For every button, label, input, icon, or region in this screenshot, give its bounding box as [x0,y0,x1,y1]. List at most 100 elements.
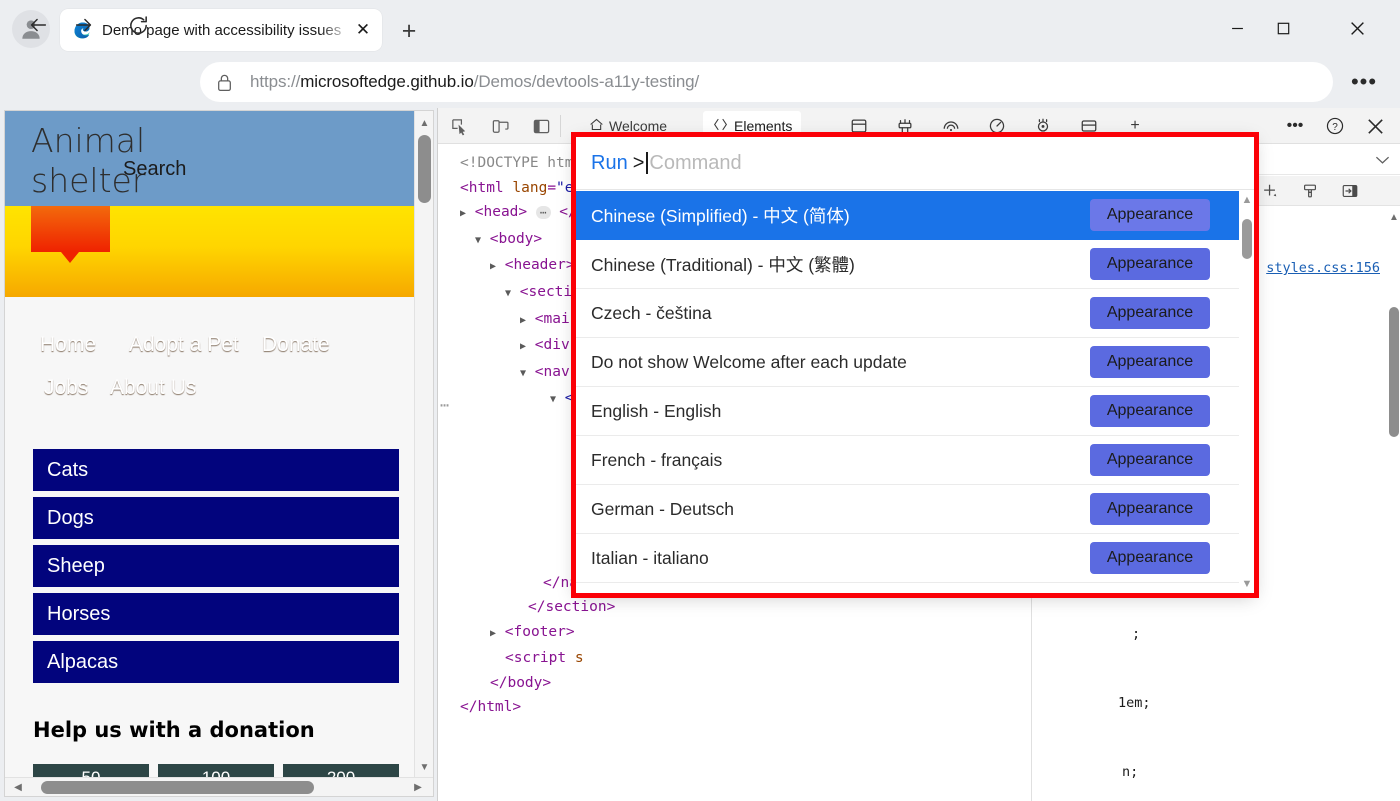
nav-item-jobs[interactable]: Jobs [44,376,88,400]
command-item[interactable]: English - English Appearance [576,387,1239,436]
command-palette-list[interactable]: Chinese (Simplified) - 中文 (简体) Appearanc… [576,191,1239,593]
command-item-category-badge: Appearance [1090,395,1210,427]
list-item[interactable]: Horses [33,593,399,635]
page-horizontal-scrollbar[interactable]: ◀ ▶ [5,777,433,796]
site-navigation [5,206,417,297]
nav-item-home[interactable]: Home [40,333,96,357]
home-icon [589,117,604,135]
dock-side-icon[interactable] [528,114,554,138]
list-item[interactable]: Alpacas [33,641,399,683]
sources-icon[interactable] [890,113,920,139]
command-item[interactable]: Do not show Welcome after each update Ap… [576,338,1239,387]
help-icon[interactable]: ? [1321,114,1349,138]
performance-icon[interactable] [982,113,1012,139]
style-fragment-line[interactable]: 1em; [1040,692,1388,715]
nav-item-about-us[interactable]: About Us [110,376,196,400]
style-source-link[interactable]: styles.css:156 [1266,257,1380,280]
tree-line[interactable]: ▶ <footer> [438,620,1030,647]
command-item-category-badge: Appearance [1090,248,1210,280]
command-prompt-caret-label: > [632,151,645,174]
command-palette-scrollbar[interactable]: ▲ ▼ [1239,191,1254,593]
toggle-element-state-icon[interactable] [1336,180,1364,202]
scroll-down-arrow-icon[interactable]: ▼ [415,757,433,777]
scrollbar-thumb[interactable] [418,135,431,203]
chevron-down-icon[interactable] [1375,152,1390,170]
devtools-more-button[interactable]: ••• [1281,114,1309,138]
tree-line[interactable]: <script s [438,646,1030,671]
tab-label: Welcome [609,118,668,134]
scroll-up-arrow-icon[interactable]: ▲ [1387,207,1400,227]
browser-tab[interactable]: Demo page with accessibility issues ✕ [60,9,382,51]
inspect-element-icon[interactable] [446,114,472,138]
window-minimize-button[interactable] [1214,8,1260,48]
tree-gutter-dots-icon[interactable]: ⋯ [440,393,449,418]
styles-vertical-scrollbar[interactable]: ▲ ▼ [1387,207,1400,801]
command-item-label: Italian - italiano [591,547,709,568]
scrollbar-thumb[interactable] [1389,307,1399,437]
new-style-rule-icon[interactable] [1256,180,1284,202]
site-header: Animal shelter Search [5,111,417,206]
browser-more-button[interactable]: ••• [1346,64,1382,100]
command-item-category-badge: Appearance [1090,346,1210,378]
command-item-category-badge: Appearance [1090,199,1210,231]
scroll-up-arrow-icon[interactable]: ▲ [415,113,433,133]
application-icon[interactable] [1028,113,1058,139]
command-item[interactable]: Czech - čeština Appearance [576,289,1239,338]
command-input-placeholder[interactable]: Command [649,152,741,175]
toolbar-divider [560,115,561,137]
command-palette-prompt[interactable]: Run > Command [576,137,1254,190]
search-label: Search [123,158,187,180]
more-tools-button[interactable]: + [1120,113,1150,139]
scroll-down-arrow-icon[interactable]: ▼ [1240,575,1254,593]
command-item[interactable]: Chinese (Traditional) - 中文 (繁體) Appearan… [576,240,1239,289]
window-maximize-button[interactable] [1260,8,1306,48]
filter-brush-icon[interactable] [1296,180,1324,202]
list-item[interactable]: Cats [33,449,399,491]
reload-icon[interactable] [120,7,156,43]
command-item[interactable]: French - français Appearance [576,436,1239,485]
device-toolbar-icon[interactable] [487,114,513,138]
list-item[interactable]: Sheep [33,545,399,587]
page-vertical-scrollbar[interactable]: ▲ ▼ [414,111,433,779]
scroll-left-arrow-icon[interactable]: ◀ [7,778,29,796]
command-item-label: German - Deutsch [591,498,734,519]
command-item-category-badge: Appearance [1090,444,1210,476]
memory-icon[interactable] [1074,113,1104,139]
scrollbar-thumb[interactable] [1242,219,1252,259]
style-fragment-line[interactable]: n; [1040,761,1388,784]
tree-line[interactable]: </section> [438,595,1030,620]
list-item[interactable]: Dogs [33,497,399,539]
command-item-label: English - English [591,400,722,421]
new-tab-button[interactable]: + [392,16,426,46]
command-item[interactable]: Italian - italiano Appearance [576,534,1239,583]
command-item-category-badge: Appearance [1090,297,1210,329]
tree-line[interactable]: </body> [438,671,1030,696]
network-icon[interactable] [936,113,966,139]
window-close-button[interactable] [1334,8,1380,48]
command-item[interactable]: Chinese (Simplified) - 中文 (简体) Appearanc… [576,191,1239,240]
devtools-close-icon[interactable] [1361,114,1389,138]
command-palette[interactable]: Run > Command Chinese (Simplified) - 中文 … [576,137,1254,593]
scroll-right-arrow-icon[interactable]: ▶ [407,778,429,796]
svg-text:?: ? [1332,122,1338,133]
style-fragment-line[interactable]: ; [1040,623,1388,646]
back-arrow-icon[interactable] [20,7,56,43]
scroll-up-arrow-icon[interactable]: ▲ [1240,191,1254,209]
close-icon[interactable]: ✕ [350,17,376,43]
forward-arrow-icon[interactable] [66,7,102,43]
browser-window: Demo page with accessibility issues ✕ + … [0,0,1400,801]
command-item-category-badge: Appearance [1090,493,1210,525]
page-viewport: Animal shelter Search Home Adopt a Pet D… [4,110,434,797]
scrollbar-thumb[interactable] [41,781,314,794]
category-list: Cats Dogs Sheep Horses Alpacas [33,449,399,689]
tree-line[interactable]: </html> [438,695,1030,720]
command-item[interactable]: German - Deutsch Appearance [576,485,1239,534]
command-item-label: Chinese (Traditional) - 中文 (繁體) [591,254,855,275]
command-item-label: Czech - čeština [591,302,712,323]
tab-strip: Demo page with accessibility issues ✕ + [0,0,1400,58]
address-bar[interactable]: https://microsoftedge.github.io/Demos/de… [200,62,1333,102]
command-item-label: Chinese (Simplified) - 中文 (简体) [591,205,850,226]
nav-item-donate[interactable]: Donate [262,333,330,357]
nav-item-adopt-a-pet[interactable]: Adopt a Pet [129,333,239,357]
console-icon[interactable] [844,113,874,139]
